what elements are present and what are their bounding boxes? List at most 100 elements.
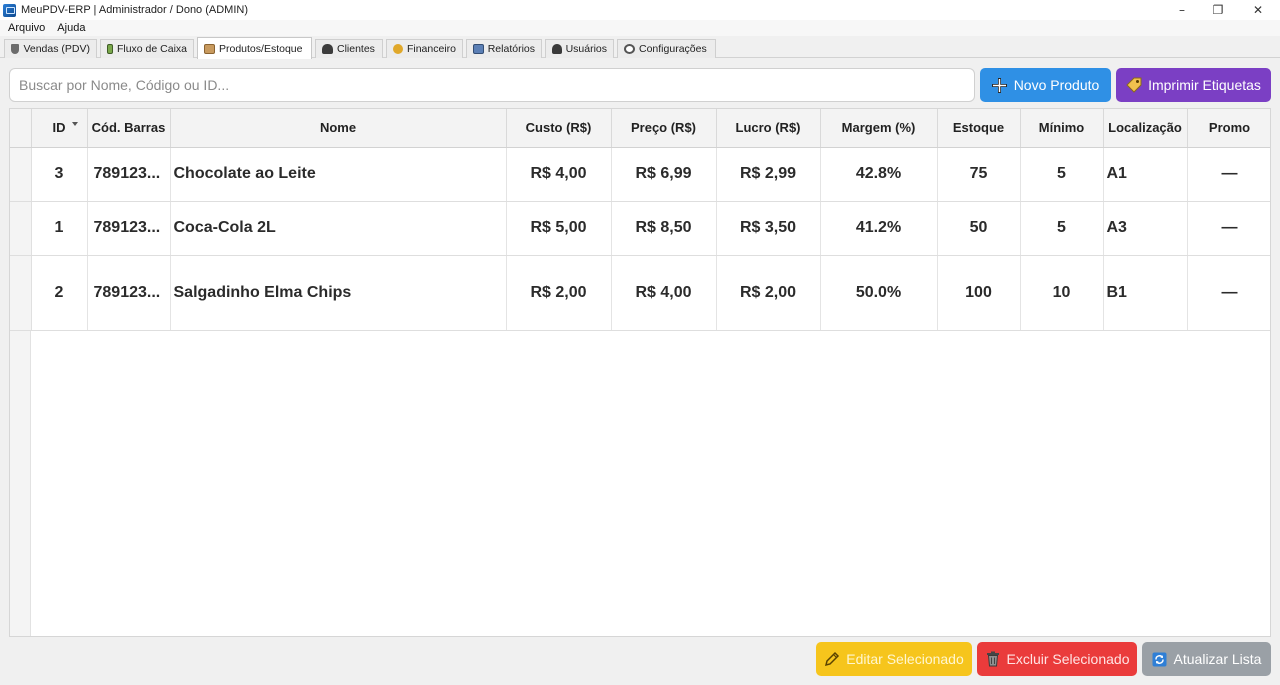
menu-ajuda[interactable]: Ajuda <box>57 22 85 34</box>
plus-icon <box>992 77 1008 93</box>
tab-label: Configurações <box>639 43 707 55</box>
cell-promo: — <box>1187 147 1270 202</box>
menu-bar: Arquivo Ajuda <box>0 20 1280 36</box>
tab-configuracoes[interactable]: Configurações <box>617 39 716 58</box>
row-header[interactable] <box>10 201 32 256</box>
close-icon[interactable]: ✕ <box>1236 0 1280 20</box>
box-icon <box>204 43 215 54</box>
pencil-icon <box>824 651 840 667</box>
title-bar: MeuPDV-ERP | Administrador / Dono (ADMIN… <box>0 0 1280 20</box>
cell-promo: — <box>1187 201 1270 256</box>
tab-relatorios[interactable]: Relatórios <box>466 39 542 58</box>
tab-usuarios[interactable]: Usuários <box>545 39 614 58</box>
cell-stock: 75 <box>937 147 1021 202</box>
window-title: MeuPDV-ERP | Administrador / Dono (ADMIN… <box>21 4 249 16</box>
column-header-minimum[interactable]: Mínimo <box>1020 109 1104 148</box>
corner-header <box>10 109 32 148</box>
print-labels-label: Imprimir Etiquetas <box>1148 77 1261 93</box>
tab-financeiro[interactable]: Financeiro <box>386 39 463 58</box>
cell-profit: R$ 3,50 <box>716 201 821 256</box>
tab-label: Financeiro <box>406 43 456 55</box>
cell-barcode: 789123... <box>87 255 171 331</box>
print-labels-button[interactable]: Imprimir Etiquetas <box>1116 68 1271 102</box>
tab-label: Usuários <box>565 43 607 55</box>
cell-location: A3 <box>1103 201 1188 256</box>
cell-name: Coca-Cola 2L <box>170 201 507 256</box>
table-row[interactable]: 2 789123... Salgadinho Elma Chips R$ 2,0… <box>10 255 1270 331</box>
cell-minimum: 5 <box>1020 201 1104 256</box>
tab-fluxo-caixa[interactable]: Fluxo de Caixa <box>100 39 194 58</box>
edit-selected-button[interactable]: Editar Selecionado <box>816 642 972 676</box>
trash-icon <box>985 651 1001 667</box>
cell-profit: R$ 2,99 <box>716 147 821 202</box>
cell-minimum: 10 <box>1020 255 1104 331</box>
cell-margin: 42.8% <box>820 147 938 202</box>
cell-minimum: 5 <box>1020 147 1104 202</box>
column-header-profit[interactable]: Lucro (R$) <box>716 109 821 148</box>
tag-icon <box>1126 77 1142 93</box>
cell-price: R$ 4,00 <box>611 255 717 331</box>
cell-stock: 50 <box>937 201 1021 256</box>
cell-location: A1 <box>1103 147 1188 202</box>
window-controls: – ❐ ✕ <box>1164 0 1280 20</box>
minimize-icon[interactable]: – <box>1164 0 1200 20</box>
edit-selected-label: Editar Selecionado <box>846 651 964 667</box>
refresh-list-button[interactable]: Atualizar Lista <box>1142 642 1271 676</box>
cell-profit: R$ 2,00 <box>716 255 821 331</box>
cell-id: 3 <box>31 147 88 202</box>
sort-descending-icon <box>71 122 78 126</box>
products-table[interactable]: ID Cód. Barras Nome Custo (R$) Preço (R$… <box>9 108 1271 637</box>
app-logo-icon <box>3 3 16 17</box>
column-header-stock[interactable]: Estoque <box>937 109 1021 148</box>
cell-price: R$ 6,99 <box>611 147 717 202</box>
table-row[interactable]: 3 789123... Chocolate ao Leite R$ 4,00 R… <box>10 147 1270 202</box>
tab-bar: Vendas (PDV) Fluxo de Caixa Produtos/Est… <box>0 36 1280 59</box>
gear-icon <box>624 44 635 54</box>
cell-margin: 50.0% <box>820 255 938 331</box>
cell-price: R$ 8,50 <box>611 201 717 256</box>
search-input[interactable] <box>9 68 975 102</box>
cell-barcode: 789123... <box>87 201 171 256</box>
column-header-margin[interactable]: Margem (%) <box>820 109 938 148</box>
people-icon <box>322 44 333 54</box>
column-header-cost[interactable]: Custo (R$) <box>506 109 612 148</box>
refresh-icon <box>1152 651 1168 667</box>
money-bag-icon <box>393 44 403 54</box>
cash-icon <box>107 44 113 54</box>
restore-icon[interactable]: ❐ <box>1200 0 1236 20</box>
tab-clientes[interactable]: Clientes <box>315 39 383 58</box>
bar-chart-icon <box>473 44 484 54</box>
column-header-promo[interactable]: Promo <box>1187 109 1270 148</box>
column-header-name[interactable]: Nome <box>170 109 507 148</box>
delete-selected-label: Excluir Selecionado <box>1006 651 1130 667</box>
cell-name: Chocolate ao Leite <box>170 147 507 202</box>
tab-label: Clientes <box>337 43 375 55</box>
cell-cost: R$ 4,00 <box>506 147 612 202</box>
cell-cost: R$ 5,00 <box>506 201 612 256</box>
delete-selected-button[interactable]: Excluir Selecionado <box>977 642 1137 676</box>
cell-margin: 41.2% <box>820 201 938 256</box>
cell-barcode: 789123... <box>87 147 171 202</box>
new-product-button[interactable]: Novo Produto <box>980 68 1111 102</box>
cell-promo: — <box>1187 255 1270 331</box>
column-header-location[interactable]: Localização <box>1103 109 1188 148</box>
cart-icon <box>11 44 20 54</box>
column-header-barcode[interactable]: Cód. Barras <box>87 109 171 148</box>
refresh-list-label: Atualizar Lista <box>1173 651 1262 667</box>
row-header[interactable] <box>10 147 32 202</box>
cell-id: 2 <box>31 255 88 331</box>
tab-label: Relatórios <box>487 43 535 55</box>
tab-produtos-estoque[interactable]: Produtos/Estoque <box>197 37 312 59</box>
tab-label: Produtos/Estoque <box>219 42 303 55</box>
products-panel: Novo Produto Imprimir Etiquetas <box>0 58 1280 685</box>
user-icon <box>552 44 562 54</box>
menu-arquivo[interactable]: Arquivo <box>8 22 45 34</box>
table-row[interactable]: 1 789123... Coca-Cola 2L R$ 5,00 R$ 8,50… <box>10 201 1270 256</box>
column-header-price[interactable]: Preço (R$) <box>611 109 717 148</box>
cell-location: B1 <box>1103 255 1188 331</box>
cell-cost: R$ 2,00 <box>506 255 612 331</box>
tab-vendas[interactable]: Vendas (PDV) <box>4 39 97 58</box>
table-header-row: ID Cód. Barras Nome Custo (R$) Preço (R$… <box>10 109 1270 148</box>
row-header[interactable] <box>10 255 32 331</box>
column-header-id[interactable]: ID <box>31 109 88 148</box>
